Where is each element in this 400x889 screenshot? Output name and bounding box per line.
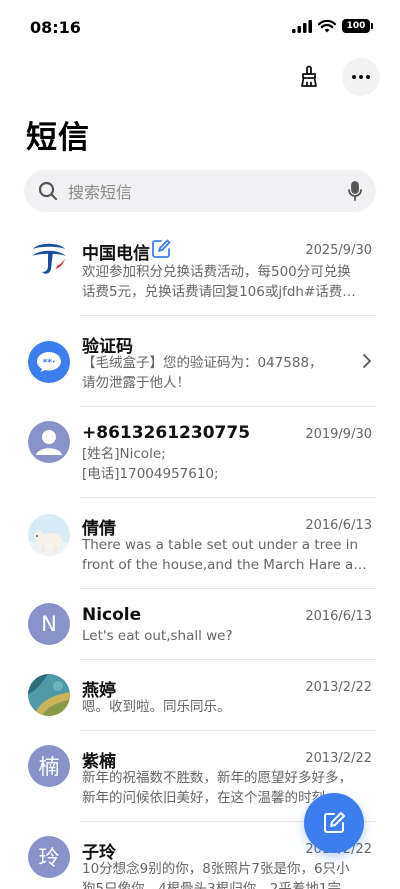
conversation-preview: [姓名]Nicole; [电话]17004957610;	[82, 444, 372, 484]
conversation-date: 2016/6/13	[305, 518, 372, 533]
search-input[interactable]: 搜索短信	[68, 179, 348, 203]
compose-icon	[324, 812, 345, 833]
conversation-preview: There was a table set out under a tree i…	[82, 535, 372, 575]
china-telecom-logo	[28, 236, 70, 278]
conversation-preview: Let's eat out,shall we?	[82, 626, 372, 646]
avatar: N	[28, 603, 70, 645]
page-title: 短信	[26, 120, 90, 156]
avatar: 楠	[28, 745, 70, 787]
preview-line: [姓名]Nicole;	[82, 446, 166, 462]
status-icons: 100	[292, 19, 373, 33]
conversation-preview: 欢迎参加积分兑换话费活动，每500分可兑换 话费5元，兑换话费请回复106或jf…	[82, 262, 372, 302]
conversation-name: Nicole	[82, 605, 142, 625]
conversation-date: 2013/2/22	[305, 751, 372, 766]
conversation-name: +8613261230775	[82, 423, 251, 443]
coastline-photo	[28, 674, 70, 716]
conversation-date: 2025/9/30	[305, 243, 372, 258]
conversation-item[interactable]: N Nicole 2016/6/13 Let's eat out,shall w…	[0, 589, 400, 660]
battery-icon: 100	[342, 19, 373, 33]
top-actions	[290, 58, 380, 96]
conversation-date: 2016/6/13	[305, 609, 372, 624]
preview-line: [电话]17004957610;	[82, 466, 219, 482]
svg-text:**·: **·	[43, 358, 56, 368]
brush-icon	[301, 65, 317, 87]
clean-button[interactable]	[290, 58, 328, 96]
search-icon	[38, 181, 58, 201]
battery-level: 100	[346, 21, 366, 31]
verified-edit-icon	[152, 239, 171, 258]
preview-line: 欢迎参加积分兑换话费活动，每500分可兑换	[82, 264, 351, 280]
conversation-preview: 嗯。收到啦。同乐同乐。	[82, 697, 372, 717]
preview-line: 话费5元，兑换话费请回复106或jfdh#话费…	[82, 284, 356, 300]
preview-line: 10分想念9别的你，8张照片7张是你，6只小	[82, 861, 350, 877]
polar-bear-photo	[28, 514, 70, 556]
avatar: 玲	[28, 836, 70, 878]
conversation-item[interactable]: 中国电信 2025/9/30 欢迎参加积分兑换话费活动，每500分可兑换 话费5…	[0, 226, 400, 316]
conversation-preview: 【毛绒盒子】您的验证码为：047588， 请勿泄露于他人！	[82, 353, 372, 393]
preview-line: There was a table set out under a tree i…	[82, 537, 359, 553]
conversation-item[interactable]: **· 验证码 【毛绒盒子】您的验证码为：047588， 请勿泄露于他人！	[0, 316, 400, 407]
search-bar[interactable]: 搜索短信	[24, 170, 376, 212]
preview-line: 嗯。收到啦。同乐同乐。	[82, 699, 231, 715]
compose-button[interactable]	[304, 793, 364, 853]
conversation-item[interactable]: 倩倩 2016/6/13 There was a table set out u…	[0, 498, 400, 589]
preview-line: 请勿泄露于他人！	[82, 375, 190, 391]
preview-line: 新年的祝福数不胜数，新年的愿望好多好多，	[82, 770, 352, 786]
chevron-right-icon	[363, 354, 371, 368]
more-icon	[352, 75, 370, 79]
status-time: 08:16	[30, 18, 81, 37]
conversation-date: 2019/9/30	[305, 427, 372, 442]
preview-line: Let's eat out,shall we?	[82, 628, 233, 644]
conversation-preview: 10分想念9别的你，8张照片7张是你，6只小 狗5只像你，4根骨头3根归你，2乎…	[82, 859, 372, 889]
signal-icon	[292, 19, 312, 33]
person-icon	[36, 430, 62, 455]
avatar: **·	[28, 341, 70, 383]
conversation-list: 中国电信 2025/9/30 欢迎参加积分兑换话费活动，每500分可兑换 话费5…	[0, 226, 400, 889]
avatar	[28, 514, 70, 556]
preview-line: 狗5只像你，4根骨头3根归你，2乎着地1完	[82, 881, 341, 889]
avatar	[28, 421, 70, 463]
conversation-item[interactable]: +8613261230775 2019/9/30 [姓名]Nicole; [电话…	[0, 407, 400, 498]
message-bubble-icon: **·	[37, 352, 61, 372]
preview-line: front of the house,and the March Hare an…	[82, 557, 372, 573]
more-button[interactable]	[342, 58, 380, 96]
status-bar: 08:16 100	[0, 0, 400, 50]
avatar	[28, 236, 70, 278]
conversation-date: 2013/2/22	[305, 680, 372, 695]
avatar	[28, 674, 70, 716]
microphone-icon[interactable]	[348, 181, 362, 201]
preview-line: 【毛绒盒子】您的验证码为：047588，	[82, 355, 323, 371]
conversation-name: 中国电信	[82, 244, 150, 264]
wifi-icon	[318, 19, 336, 32]
conversation-item[interactable]: 燕婷 2013/2/22 嗯。收到啦。同乐同乐。	[0, 660, 400, 731]
